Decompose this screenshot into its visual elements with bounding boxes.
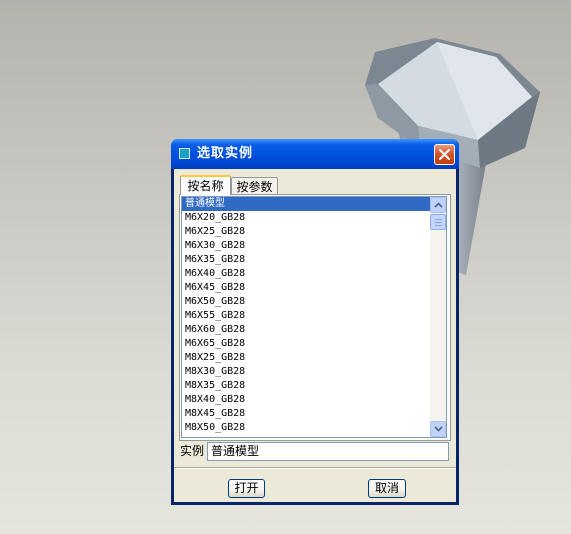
scroll-thumb[interactable] xyxy=(430,214,446,230)
list-item[interactable]: M8X25_GB28 xyxy=(182,351,431,365)
list-item[interactable]: M6X60_GB28 xyxy=(182,323,431,337)
list-item[interactable]: M6X20_GB28 xyxy=(182,211,431,225)
list-item[interactable]: M6X40_GB28 xyxy=(182,267,431,281)
list-item[interactable]: M8X35_GB28 xyxy=(182,379,431,393)
instance-label: 实例 xyxy=(180,444,205,458)
separator xyxy=(174,467,456,469)
list-item[interactable]: M6X55_GB28 xyxy=(182,309,431,323)
window-icon xyxy=(179,148,190,159)
list-item[interactable]: M8X30_GB28 xyxy=(182,365,431,379)
instance-name-field[interactable]: 普通模型 xyxy=(207,442,449,461)
list-item[interactable]: M6X50_GB28 xyxy=(182,295,431,309)
dialog-title: 选取实例 xyxy=(197,146,254,161)
scroll-up-button[interactable] xyxy=(430,197,446,213)
list-item[interactable]: M6X45_GB28 xyxy=(182,281,431,295)
chevron-down-icon xyxy=(434,426,443,432)
list-item[interactable]: M6X30_GB28 xyxy=(182,239,431,253)
list-item[interactable]: M6X65_GB28 xyxy=(182,337,431,351)
title-bar[interactable]: 选取实例 xyxy=(171,139,459,169)
chevron-up-icon xyxy=(434,202,443,208)
open-button[interactable]: 打开 xyxy=(228,479,265,498)
cancel-button[interactable]: 取消 xyxy=(368,479,406,498)
list-item[interactable]: M8X50_GB28 xyxy=(182,421,431,435)
close-button[interactable] xyxy=(434,144,455,165)
select-instance-dialog: 选取实例 按名称 按参数 普通模型 M6X20_GB28 M6X25_GB28 M6X… xyxy=(171,139,459,505)
list-item[interactable]: M6X25_GB28 xyxy=(182,225,431,239)
list-item[interactable]: 普通模型 xyxy=(182,197,431,211)
scroll-down-button[interactable] xyxy=(430,421,446,437)
tab-by-name[interactable]: 按名称 xyxy=(180,175,231,195)
instance-list-items: 普通模型 M6X20_GB28 M6X25_GB28 M6X30_GB28 M6X35_… xyxy=(182,197,431,435)
dialog-client-area: 按名称 按参数 普通模型 M6X20_GB28 M6X25_GB28 M6X30_GB… xyxy=(174,169,456,502)
vertical-scrollbar[interactable] xyxy=(430,197,446,437)
instance-list[interactable]: 普通模型 M6X20_GB28 M6X25_GB28 M6X30_GB28 M6X35_… xyxy=(181,196,447,438)
list-item[interactable]: M8X40_GB28 xyxy=(182,393,431,407)
list-item[interactable]: M6X35_GB28 xyxy=(182,253,431,267)
list-item[interactable]: M8X45_GB28 xyxy=(182,407,431,421)
close-icon xyxy=(439,149,450,160)
